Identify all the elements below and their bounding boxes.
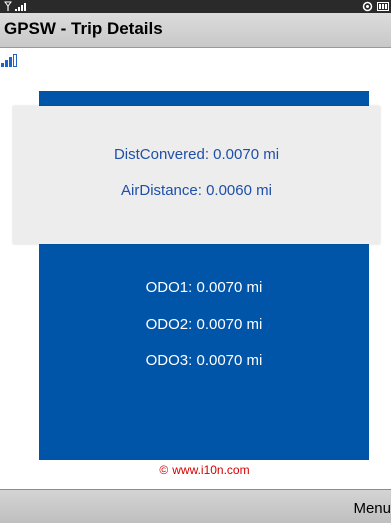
air-distance-label: AirDistance: 0.0060 mi (121, 182, 272, 199)
device-status-bar (0, 0, 391, 13)
distance-summary-card: DistConvered: 0.0070 mi AirDistance: 0.0… (13, 106, 380, 244)
softkey-bar: Menu (0, 489, 391, 523)
settings-icon (362, 1, 373, 12)
phone-screen: GPSW - Trip Details DistConvered: 0.0070… (0, 0, 391, 523)
signal-icon (4, 1, 26, 11)
title-bar: GPSW - Trip Details (0, 13, 391, 48)
dist-converted-label: DistConvered: 0.0070 mi (113, 146, 280, 163)
battery-icon (377, 2, 389, 11)
copyright-icon: © (159, 463, 169, 477)
credit-text: www.i10n.com (172, 463, 250, 477)
page-title: GPSW - Trip Details (4, 19, 163, 38)
odo3-label: ODO3: 0.0070 mi (145, 352, 263, 369)
menu-softkey[interactable]: Menu (353, 500, 391, 517)
credit-link[interactable]: © www.i10n.com (0, 463, 391, 477)
odo2-label: ODO2: 0.0070 mi (145, 316, 263, 333)
gps-strength-icon (1, 54, 17, 67)
odo1-label: ODO1: 0.0070 mi (145, 279, 263, 296)
